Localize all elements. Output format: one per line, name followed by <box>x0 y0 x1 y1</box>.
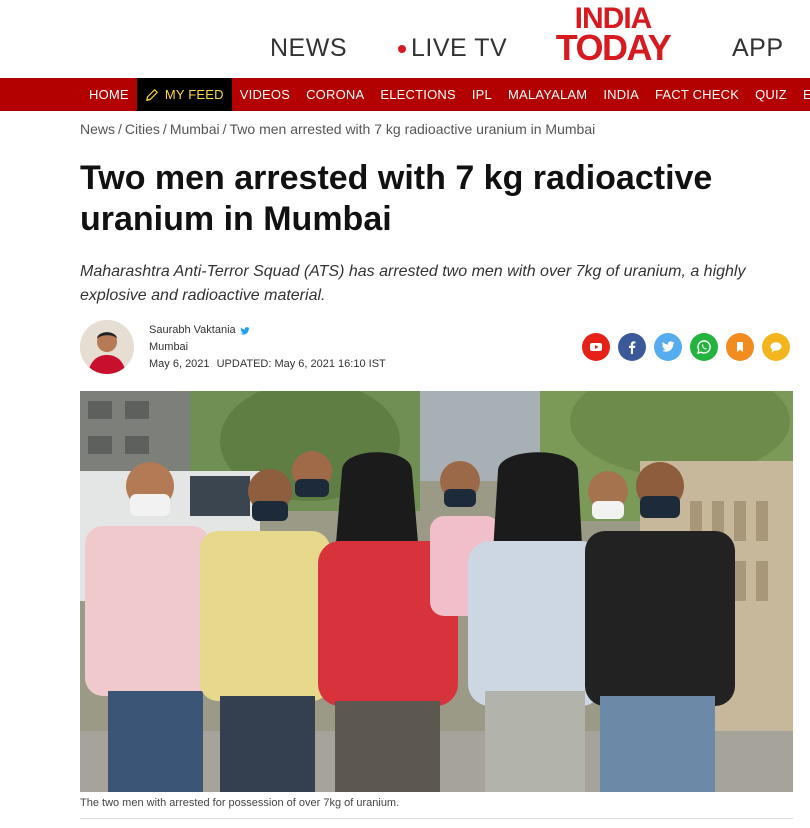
india-today-logo[interactable]: INDIA TODAY <box>544 4 682 66</box>
bookmark-icon[interactable] <box>726 333 754 361</box>
breadcrumb-news[interactable]: News <box>80 121 115 137</box>
breadcrumb-cities[interactable]: Cities <box>125 121 160 137</box>
nav-item-label: MY FEED <box>164 87 224 102</box>
live-tv-label: LIVE TV <box>411 34 508 62</box>
app-link[interactable]: APP <box>732 34 784 63</box>
site-header: NEWS LIVE TV INDIA TODAY APP <box>0 0 810 78</box>
nav-item-india[interactable]: INDIA <box>595 78 647 111</box>
logo-line-today: TODAY <box>555 27 672 68</box>
facebook-icon[interactable] <box>618 333 646 361</box>
live-dot-icon <box>398 44 406 53</box>
breadcrumb-separator: / <box>222 121 227 137</box>
image-caption: The two men with arrested for possession… <box>80 797 400 809</box>
breadcrumb: News / Cities / Mumbai / Two men arrested with… <box>80 121 595 137</box>
author-photo <box>80 320 134 374</box>
byline: Saurabh Vaktania Mumbai May 6, 2021 UPDA… <box>149 322 390 373</box>
main-nav: HOME MY FEED VIDEOS CORONA ELECTIONS IPL… <box>0 78 810 111</box>
nav-item-corona[interactable]: CORONA <box>298 78 372 111</box>
author-name[interactable]: Saurabh Vaktania <box>149 322 236 339</box>
nav-item-quiz[interactable]: QUIZ <box>747 78 795 111</box>
breadcrumb-current: Two men arrested with 7 kg radioactive u… <box>229 121 596 137</box>
nav-item-videos[interactable]: VIDEOS <box>232 78 298 111</box>
nav-item-my-feed[interactable]: MY FEED <box>136 78 232 111</box>
news-link[interactable]: NEWS <box>270 34 347 63</box>
hero-photo <box>80 391 793 792</box>
nav-item-edu[interactable]: EDU <box>795 78 810 111</box>
comment-icon[interactable] <box>762 333 790 361</box>
breadcrumb-separator: / <box>118 121 122 137</box>
author-avatar[interactable] <box>80 320 134 374</box>
nav-item-fact-check[interactable]: FACT CHECK <box>647 78 747 111</box>
nav-item-ipl[interactable]: IPL <box>464 78 500 111</box>
share-bar <box>582 333 790 361</box>
divider <box>80 818 793 819</box>
article-headline: Two men arrested with 7 kg radioactive u… <box>80 159 713 238</box>
twitter-share-icon[interactable] <box>654 333 682 361</box>
pencil-icon <box>145 88 158 101</box>
publish-date: May 6, 2021 <box>149 358 210 370</box>
article-hero-image[interactable] <box>80 391 793 792</box>
nav-item-malayalam[interactable]: MALAYALAM <box>500 78 595 111</box>
whatsapp-icon[interactable] <box>690 333 718 361</box>
twitter-icon[interactable] <box>240 326 250 336</box>
youtube-icon[interactable] <box>582 333 610 361</box>
updated-date: UPDATED: May 6, 2021 16:10 IST <box>216 358 386 370</box>
article-summary: Maharashtra Anti-Terror Squad (ATS) has … <box>80 263 746 304</box>
breadcrumb-mumbai[interactable]: Mumbai <box>170 121 220 137</box>
nav-item-home[interactable]: HOME <box>81 78 137 111</box>
nav-item-elections[interactable]: ELECTIONS <box>372 78 463 111</box>
breadcrumb-separator: / <box>162 121 167 137</box>
live-tv-link[interactable]: LIVE TV <box>398 34 507 63</box>
author-location: Mumbai <box>149 341 189 353</box>
